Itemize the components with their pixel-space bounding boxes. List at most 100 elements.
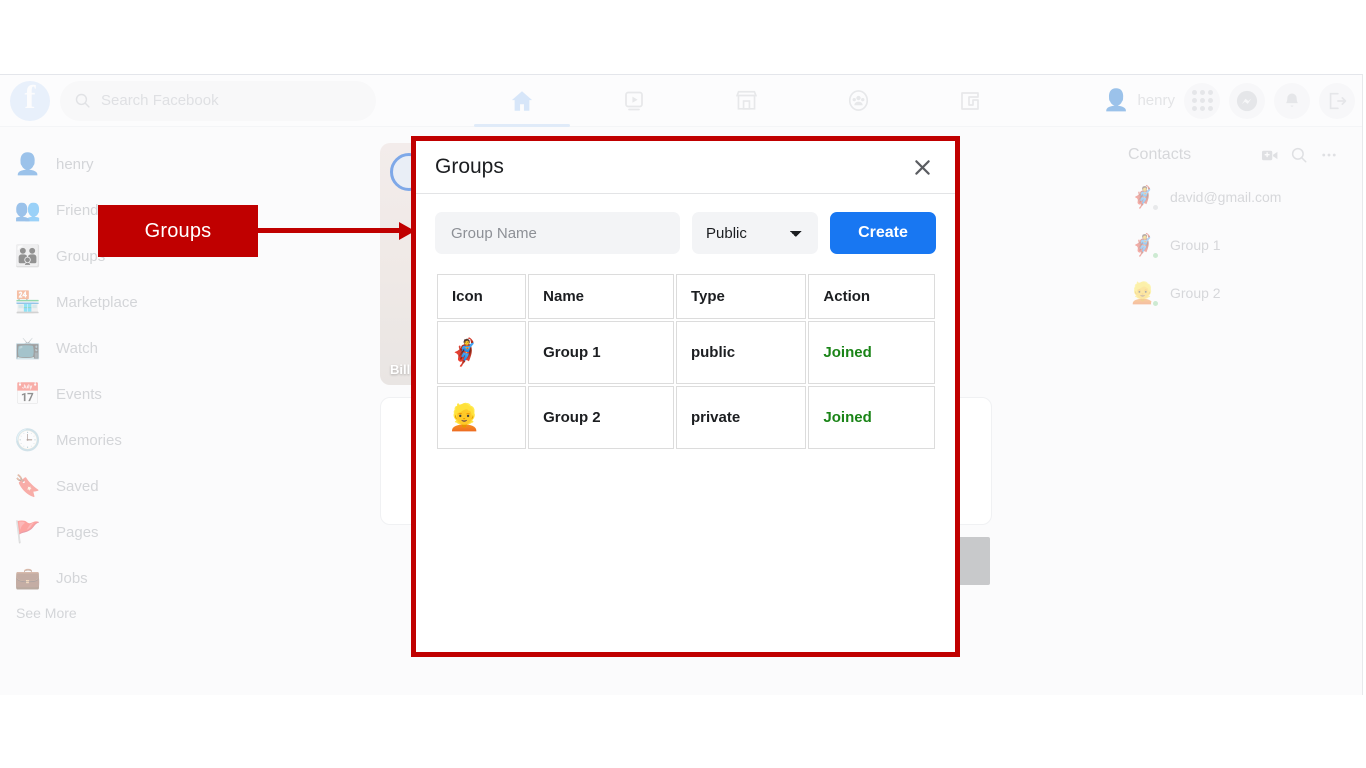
table-row: 👱 Group 2 private Joined <box>437 386 935 449</box>
contact-avatar-icon: 👱 <box>1128 278 1160 308</box>
modal-header: Groups <box>416 141 955 194</box>
status-dot-online <box>1151 299 1160 308</box>
column-header-action: Action <box>808 274 935 319</box>
table-row: 🦸 Group 1 public Joined <box>437 321 935 384</box>
group-type: public <box>675 321 807 384</box>
watch-icon: 📺 <box>14 336 42 360</box>
create-button[interactable]: Create <box>830 212 936 254</box>
logout-button[interactable] <box>1319 82 1355 119</box>
contact-name: david@gmail.com <box>1170 189 1282 205</box>
group-action-status[interactable]: Joined <box>808 386 935 449</box>
nav-tab-watch[interactable] <box>578 75 690 127</box>
groups-table: Icon Name Type Action 🦸 Group 1 public J… <box>435 272 937 451</box>
sidebar-item-jobs[interactable]: 💼 Jobs <box>14 555 330 601</box>
contacts-title: Contacts <box>1128 146 1192 163</box>
create-group-form: Public Private Create <box>435 212 936 254</box>
sidebar-item-label: Saved <box>56 477 99 495</box>
close-icon[interactable] <box>907 152 937 182</box>
jobs-icon: 💼 <box>14 566 42 590</box>
avatar: 👤 <box>1103 89 1130 112</box>
story-name: Bill <box>390 362 411 377</box>
navbar-left: f Search Facebook <box>0 80 390 121</box>
notifications-button[interactable] <box>1274 82 1310 119</box>
menu-grid-button[interactable] <box>1184 82 1220 119</box>
group-name-input[interactable] <box>435 212 680 254</box>
column-header-name: Name <box>528 274 674 319</box>
contacts-more-button[interactable] <box>1314 140 1344 170</box>
video-call-button[interactable] <box>1254 140 1284 170</box>
sidebar-item-label: Events <box>56 385 102 403</box>
contact-item[interactable]: 🦸 david@gmail.com <box>1118 173 1354 221</box>
navbar-user[interactable]: 👤 henry <box>1102 90 1175 111</box>
navbar-user-name: henry <box>1137 92 1175 109</box>
annotation-arrow-head <box>399 222 415 240</box>
sidebar-item-henry[interactable]: 👤 henry <box>14 141 330 187</box>
contact-name: Group 2 <box>1170 285 1221 301</box>
search-placeholder: Search Facebook <box>101 92 219 109</box>
sidebar-item-events[interactable]: 📅 Events <box>14 371 330 417</box>
column-header-type: Type <box>675 274 807 319</box>
close-x-icon <box>914 159 930 175</box>
contacts-header: Contacts <box>1118 137 1354 173</box>
nav-tab-gaming[interactable] <box>914 75 1026 127</box>
messenger-button[interactable] <box>1229 82 1265 119</box>
messenger-icon <box>1236 90 1258 111</box>
pages-icon: 🚩 <box>14 520 42 544</box>
group-icon: 🦸 <box>437 321 527 384</box>
navbar-tabs <box>390 75 1102 127</box>
group-name: Group 2 <box>528 386 674 449</box>
nav-tab-marketplace[interactable] <box>690 75 802 127</box>
sidebar-see-more[interactable]: See More <box>14 605 330 621</box>
groups-icon <box>848 90 868 111</box>
group-action-status[interactable]: Joined <box>808 321 935 384</box>
sidebar-item-pages[interactable]: 🚩 Pages <box>14 509 330 555</box>
status-dot-online <box>1151 251 1160 260</box>
annotation-arrow-line <box>258 228 410 233</box>
sidebar-item-saved[interactable]: 🔖 Saved <box>14 463 330 509</box>
groups-icon: 👪 <box>14 244 42 268</box>
sidebar-item-memories[interactable]: 🕒 Memories <box>14 417 330 463</box>
groups-modal: Groups Public Private Create <box>416 141 955 652</box>
contact-item[interactable]: 👱 Group 2 <box>1118 269 1354 317</box>
nav-tab-groups[interactable] <box>802 75 914 127</box>
group-type-select[interactable]: Public Private <box>692 212 818 254</box>
nav-tab-home[interactable] <box>466 75 578 127</box>
status-dot-offline <box>1151 203 1160 212</box>
notifications-icon <box>1286 93 1298 107</box>
contacts-sidebar: Contacts 🦸 david@gmail.com 🦸 Group 1 👱 G… <box>1118 137 1354 317</box>
sidebar-item-label: Marketplace <box>56 293 138 311</box>
search-icon <box>75 93 90 108</box>
sidebar-item-label: Watch <box>56 339 98 357</box>
annotation-callout: Groups <box>98 205 258 257</box>
events-icon: 📅 <box>14 382 42 406</box>
search-icon <box>1291 147 1307 163</box>
group-type: private <box>675 386 807 449</box>
sidebar-item-label: Pages <box>56 523 99 541</box>
gaming-icon <box>961 91 980 110</box>
marketplace-icon: 🏪 <box>14 290 42 314</box>
logout-icon <box>1329 92 1347 109</box>
contacts-search-button[interactable] <box>1284 140 1314 170</box>
home-icon <box>512 90 533 111</box>
friends-icon: 👥 <box>14 198 42 222</box>
app-root: f Search Facebook 👤 henry 👤 henry 👥 Frie… <box>0 0 1366 768</box>
modal-title: Groups <box>435 155 504 178</box>
sidebar-item-label: henry <box>56 155 94 173</box>
contact-item[interactable]: 🦸 Group 1 <box>1118 221 1354 269</box>
group-name: Group 1 <box>528 321 674 384</box>
facebook-logo-icon[interactable]: f <box>10 80 50 121</box>
avatar-icon: 👤 <box>14 152 42 176</box>
groups-modal-highlight: Groups Public Private Create <box>411 136 960 657</box>
store-icon <box>735 90 757 110</box>
sidebar-item-watch[interactable]: 📺 Watch <box>14 325 330 371</box>
table-header-row: Icon Name Type Action <box>437 274 935 319</box>
video-icon <box>625 91 644 110</box>
saved-icon: 🔖 <box>14 474 42 498</box>
sidebar-item-marketplace[interactable]: 🏪 Marketplace <box>14 279 330 325</box>
video-call-icon <box>1261 150 1277 160</box>
search-input[interactable]: Search Facebook <box>60 80 376 121</box>
contact-avatar-icon: 🦸 <box>1128 182 1160 212</box>
menu-grid-icon <box>1191 90 1213 111</box>
contact-avatar-icon: 🦸 <box>1128 230 1160 260</box>
column-header-icon: Icon <box>437 274 527 319</box>
